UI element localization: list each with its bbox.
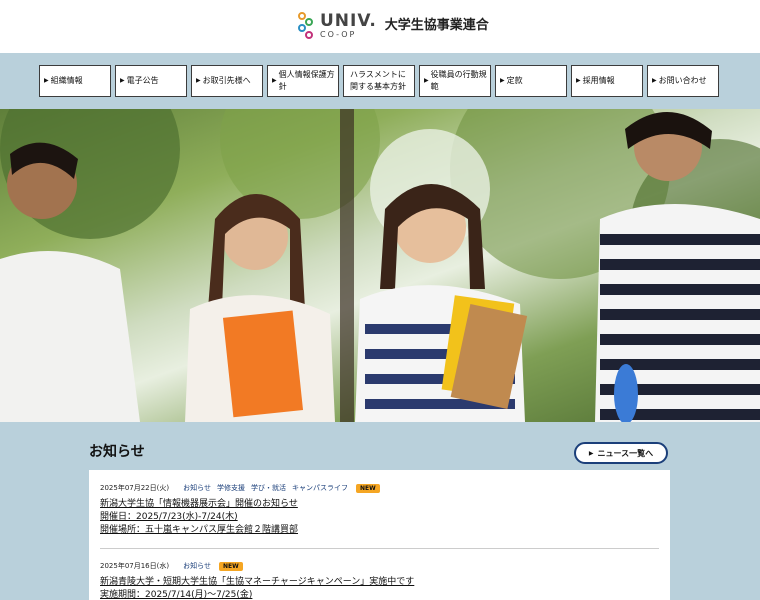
nav-item-code-of-conduct[interactable]: ▶ 役職員の行動規範 [419,65,491,97]
news-category[interactable]: 学び・就活 [251,483,286,493]
news-item-detail[interactable]: 開催場所：五十嵐キャンパス厚生会館２階講買部 [100,524,660,537]
triangle-right-icon: ▶ [500,77,505,84]
nav-item-public-notice[interactable]: ▶ 電子公告 [115,65,187,97]
news-category[interactable]: お知らせ [183,483,211,493]
news-item-detail[interactable]: 実施期間：2025/7/14(月)～7/25(金) [100,589,660,600]
triangle-right-icon: ▶ [44,77,49,84]
site-logo[interactable]: UNIV. CO-OP 大学生協事業連合 [296,12,489,40]
nav-item-organization[interactable]: ▶ 組織情報 [39,65,111,97]
news-date: 2025年07月22日(火) [100,484,170,492]
news-item-link[interactable]: 新潟大学生協「情報機器展示会」開催のお知らせ [100,498,660,511]
triangle-right-icon: ▶ [652,77,657,84]
news-heading: お知らせ [89,444,145,460]
nav-item-privacy-policy[interactable]: ▶ 個人情報保護方針 [267,65,339,97]
triangle-right-icon: ▶ [576,77,581,84]
nav-item-label: ハラスメントに 関する基本方針 [350,70,406,91]
news-item: 2025年07月22日(火) お知らせ 学修支援 学び・就活 キャンパスライフ … [100,482,660,537]
new-badge: NEW [355,483,380,493]
main-nav: ▶ 組織情報 ▶ 電子公告 ▶ お取引先様へ ▶ 個人情報保護方針 ハラスメントに 関す… [39,65,723,97]
logo-coop-text: CO-OP [320,30,357,39]
nav-item-label: お取引先様へ [202,76,251,85]
news-category[interactable]: キャンパスライフ [292,483,348,493]
triangle-right-icon: ▶ [120,77,125,84]
triangle-right-icon: ▶ [272,77,277,84]
coop-logo-icon [296,12,316,40]
org-name: 大学生協事業連合 [384,17,489,33]
news-list-button[interactable]: ▶ ニュース一覧へ [574,442,668,464]
news-divider [100,548,659,549]
news-panel: 2025年07月22日(火) お知らせ 学修支援 学び・就活 キャンパスライフ … [89,470,670,600]
site-header: UNIV. CO-OP 大学生協事業連合 [0,0,760,53]
nav-item-business-partners[interactable]: ▶ お取引先様へ [191,65,263,97]
nav-item-label: 個人情報保護方針 [278,70,335,91]
news-item-detail[interactable]: 開催日：2025/7/23(水)-7/24(木) [100,511,660,524]
hero-photo [0,109,760,422]
news-item: 2025年07月16日(水) お知らせ NEW 新潟青陵大学・短期大学生協「生協… [100,560,660,600]
nav-item-harassment-policy[interactable]: ハラスメントに 関する基本方針 [343,65,415,97]
nav-item-label: 電子公告 [126,76,159,85]
nav-item-recruit[interactable]: ▶ 採用情報 [571,65,643,97]
triangle-right-icon: ▶ [424,77,429,84]
triangle-right-icon: ▶ [196,77,201,84]
news-category[interactable]: 学修支援 [217,483,245,493]
new-badge: NEW [218,561,243,571]
students-photo-illustration [0,109,760,422]
nav-item-contact[interactable]: ▶ お問い合わせ [647,65,719,97]
logo-univ-text: UNIV. [320,11,377,31]
news-item-link[interactable]: 新潟青陵大学・短期大学生協「生協マネーチャージキャンペーン」実施中です [100,576,660,589]
news-date: 2025年07月16日(水) [100,562,170,570]
nav-item-label: 採用情報 [582,76,615,85]
nav-item-articles[interactable]: ▶ 定款 [495,65,567,97]
news-category[interactable]: お知らせ [183,561,211,571]
nav-item-label: 定款 [506,76,523,85]
triangle-right-icon: ▶ [588,449,594,457]
news-list-button-label: ニュース一覧へ [597,448,654,458]
nav-band: ▶ 組織情報 ▶ 電子公告 ▶ お取引先様へ ▶ 個人情報保護方針 ハラスメントに 関す… [0,53,760,109]
nav-item-label: 役職員の行動規範 [430,70,487,91]
nav-item-label: お問い合わせ [658,76,707,85]
nav-item-label: 組織情報 [50,76,83,85]
